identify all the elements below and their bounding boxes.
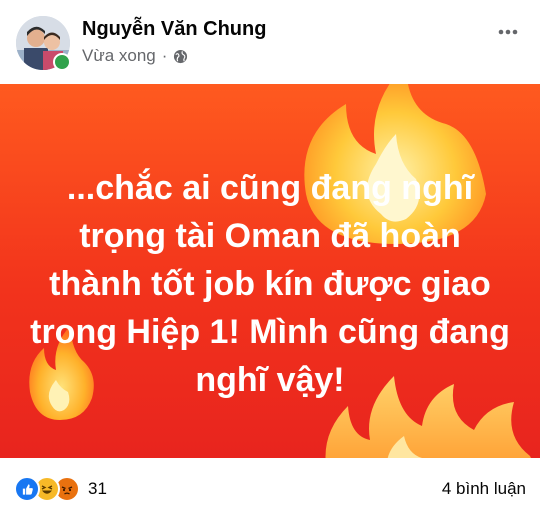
comments-count-link[interactable]: 4 bình luận bbox=[442, 479, 526, 499]
reactions-summary[interactable]: 31 bbox=[14, 476, 107, 502]
post-text: ...chắc ai cũng đang nghĩ trọng tài Oman… bbox=[30, 169, 510, 399]
facebook-post: Nguyễn Văn Chung Vừa xong · ...chắc ai c… bbox=[0, 0, 540, 524]
meta-separator: · bbox=[161, 46, 168, 65]
post-meta: Vừa xong · bbox=[82, 46, 188, 66]
more-options-icon[interactable] bbox=[496, 20, 520, 44]
post-footer: 31 4 bình luận bbox=[0, 458, 540, 524]
post-timestamp[interactable]: Vừa xong bbox=[82, 46, 156, 66]
post-header: Nguyễn Văn Chung Vừa xong · bbox=[0, 0, 540, 84]
globe-icon[interactable] bbox=[173, 49, 188, 64]
author-avatar[interactable] bbox=[16, 16, 71, 71]
post-background-card: ...chắc ai cũng đang nghĩ trọng tài Oman… bbox=[0, 84, 540, 458]
online-status-dot bbox=[53, 53, 71, 71]
reaction-count: 31 bbox=[88, 479, 107, 498]
like-icon bbox=[14, 476, 40, 502]
author-name[interactable]: Nguyễn Văn Chung bbox=[82, 18, 266, 41]
